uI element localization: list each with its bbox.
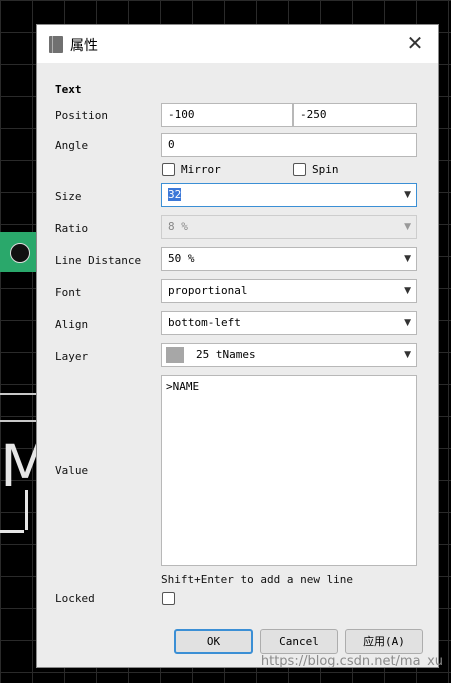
canvas-wire bbox=[0, 393, 36, 395]
mirror-checkbox[interactable] bbox=[162, 163, 175, 176]
line-distance-label: Line Distance bbox=[55, 254, 142, 267]
book-icon bbox=[49, 36, 63, 53]
align-value: bottom-left bbox=[168, 316, 241, 329]
position-label: Position bbox=[55, 109, 108, 122]
value-text: >NAME bbox=[166, 380, 200, 393]
value-label: Value bbox=[55, 464, 89, 477]
canvas-stroke bbox=[25, 490, 28, 530]
size-label: Size bbox=[55, 190, 82, 203]
cancel-button[interactable]: Cancel bbox=[260, 629, 338, 654]
layer-color-swatch bbox=[166, 347, 184, 363]
spin-checkbox[interactable] bbox=[293, 163, 306, 176]
position-x-value: -100 bbox=[168, 108, 195, 121]
chevron-down-icon[interactable]: ▼ bbox=[404, 184, 411, 206]
angle-label: Angle bbox=[55, 139, 89, 152]
locked-checkbox[interactable] bbox=[162, 592, 175, 605]
line-distance-value: 50 % bbox=[168, 252, 195, 265]
value-hint: Shift+Enter to add a new line bbox=[161, 573, 354, 586]
mirror-label: Mirror bbox=[181, 163, 221, 176]
ok-button[interactable]: OK bbox=[174, 629, 253, 654]
canvas-stroke bbox=[0, 530, 24, 533]
title-bar[interactable]: 属性 ✕ bbox=[37, 25, 438, 63]
canvas-via bbox=[10, 243, 30, 263]
position-y-input[interactable]: -250 bbox=[293, 103, 417, 127]
chevron-down-icon[interactable]: ▼ bbox=[404, 312, 411, 334]
canvas-wire bbox=[0, 420, 36, 422]
locked-label: Locked bbox=[55, 592, 95, 605]
chevron-down-icon: ▼ bbox=[404, 222, 411, 232]
font-value: proportional bbox=[168, 284, 248, 297]
layer-value: 25 tNames bbox=[196, 348, 256, 361]
size-value: 32 bbox=[168, 188, 182, 201]
dialog-title: 属性 bbox=[70, 38, 98, 54]
line-distance-combo[interactable]: 50 % ▼ bbox=[161, 247, 417, 271]
ratio-value: 8 % bbox=[168, 220, 188, 233]
apply-button[interactable]: 应用(A) bbox=[345, 629, 423, 654]
position-x-input[interactable]: -100 bbox=[161, 103, 293, 127]
spin-label: Spin bbox=[312, 163, 339, 176]
chevron-down-icon[interactable]: ▼ bbox=[404, 344, 411, 366]
font-combo[interactable]: proportional ▼ bbox=[161, 279, 417, 303]
watermark-text: https://blog.csdn.net/ma_xu bbox=[260, 654, 443, 669]
layer-combo[interactable]: 25 tNames ▼ bbox=[161, 343, 417, 367]
angle-input[interactable]: 0 bbox=[161, 133, 417, 157]
value-textarea[interactable]: >NAME bbox=[161, 375, 417, 566]
section-title: Text bbox=[55, 83, 82, 96]
size-combo[interactable]: 32 ▼ bbox=[161, 183, 417, 207]
layer-label: Layer bbox=[55, 350, 89, 363]
ratio-combo: 8 % ▼ bbox=[161, 215, 417, 239]
ratio-label: Ratio bbox=[55, 222, 89, 235]
angle-value: 0 bbox=[168, 138, 175, 151]
properties-dialog: 属性 ✕ Text Position -100 -250 Angle 0 Mir… bbox=[36, 24, 439, 668]
align-combo[interactable]: bottom-left ▼ bbox=[161, 311, 417, 335]
chevron-down-icon[interactable]: ▼ bbox=[404, 280, 411, 302]
font-label: Font bbox=[55, 286, 82, 299]
position-y-value: -250 bbox=[300, 108, 327, 121]
close-button[interactable]: ✕ bbox=[404, 32, 426, 54]
align-label: Align bbox=[55, 318, 89, 331]
chevron-down-icon[interactable]: ▼ bbox=[404, 248, 411, 270]
